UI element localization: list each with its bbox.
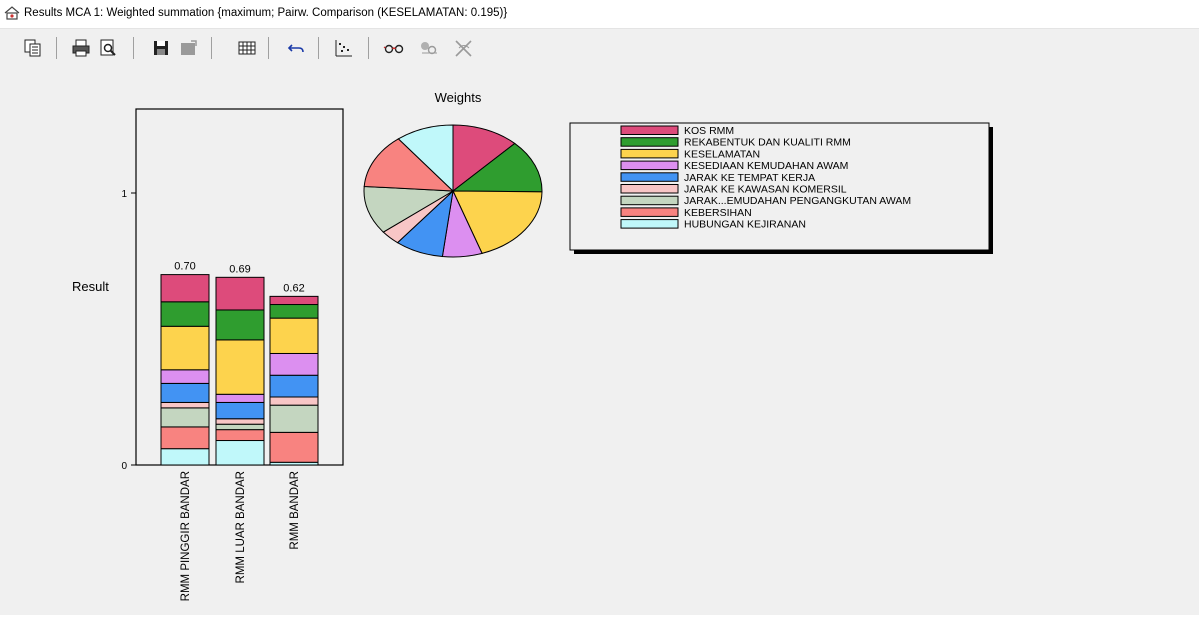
legend-swatch-rekabentuk-dan-kualiti-rmm xyxy=(620,137,679,147)
legend-label-kesediaan-kemudahan-awam: KESEDIAAN KEMUDAHAN AWAM xyxy=(684,160,848,172)
bar-segment-kebersihan xyxy=(160,426,210,450)
bar-segment-kesediaan-kemudahan-awam xyxy=(215,393,265,403)
scatter-plot-icon xyxy=(335,40,352,57)
remove-button[interactable] xyxy=(452,37,474,59)
print-preview-icon xyxy=(100,39,116,56)
chart-canvas: 01 Result 0.70 0.690.62 RMM PINGGIR BANDA… xyxy=(72,90,993,601)
toolbar xyxy=(0,28,1199,69)
legend-swatch-jarak-ke-kawasan-komersil xyxy=(620,184,679,194)
sensitivity-button[interactable] xyxy=(417,37,439,59)
table-button[interactable] xyxy=(236,37,258,59)
save-as-button[interactable] xyxy=(177,37,199,59)
scatter-plot-button[interactable] xyxy=(333,37,355,59)
bar-stack-rmm-bandar xyxy=(269,295,319,466)
glasses-icon xyxy=(383,44,404,54)
bar-segment-jarak-ke-kawasan-komersil xyxy=(215,418,265,425)
category-label-rmm-bandar: RMM BANDAR xyxy=(289,471,301,550)
bar-segment-jarak-ke-tempat-kerja xyxy=(215,401,265,420)
bar-category-labels: RMM PINGGIR BANDAR RMM LUAR BANDAR RMM BAN… xyxy=(180,471,301,601)
toolbar-separator xyxy=(133,37,134,59)
legend-swatch-jarak-emudahan-pengangkutan-awam xyxy=(620,195,679,206)
bar-segment-jarak-emudahan-pengangkutan-awam xyxy=(215,423,265,431)
legend-label-jarak-emudahan-pengangkutan-awam: JARAK...EMUDAHAN PENGANGKUTAN AWAM xyxy=(684,195,911,207)
bar-total-label: 0.69 xyxy=(229,263,250,275)
legend-swatch-kebersihan xyxy=(620,207,679,217)
bar-segment-jarak-ke-tempat-kerja xyxy=(269,374,319,398)
remove-icon xyxy=(455,40,472,57)
chart-area: 01 Result 0.70 0.69 0.62 RMM PINGGIR BANDA… xyxy=(0,69,1199,615)
toolbar-separator xyxy=(268,37,269,59)
toolbar-separator xyxy=(211,37,212,59)
legend-swatch-keselamatan xyxy=(620,148,679,159)
bar-segment-rekabentuk-dan-kualiti-rmm xyxy=(269,304,319,319)
window-title: Results MCA 1: Weighted summation {maxim… xyxy=(24,7,508,19)
bar-segment-kebersihan xyxy=(215,429,265,442)
legend-label-jarak-ke-tempat-kerja: JARAK KE TEMPAT KERJA xyxy=(684,172,815,184)
legend-label-kos-rmm: KOS RMM xyxy=(684,125,734,137)
toolbar-separator xyxy=(56,37,57,59)
bar-segment-jarak-ke-kawasan-komersil xyxy=(269,396,319,406)
bar-total-label: 0.70 xyxy=(174,261,195,273)
bar-segment-keselamatan xyxy=(160,325,210,371)
save-as-icon xyxy=(181,40,197,55)
app-icon xyxy=(4,6,20,20)
legend-label-rekabentuk-dan-kualiti-rmm: REKABENTUK DAN KUALITI RMM xyxy=(684,137,851,149)
bar-segment-hubungan-kejiranan xyxy=(215,440,265,466)
undo-button[interactable] xyxy=(285,37,307,59)
bar-segment-jarak-ke-kawasan-komersil xyxy=(160,401,210,409)
pie-title: Weights xyxy=(435,90,482,105)
legend-swatch-kos-rmm xyxy=(620,125,679,135)
bar-y-axis: 01 xyxy=(121,189,136,472)
bar-segment-kesediaan-kemudahan-awam xyxy=(269,352,319,376)
glasses-button[interactable] xyxy=(382,37,404,59)
table-icon xyxy=(238,41,256,55)
legend-swatch-hubungan-kejiranan xyxy=(620,219,679,229)
legend-swatch-kesediaan-kemudahan-awam xyxy=(620,160,679,171)
bar-segment-keselamatan xyxy=(215,339,265,395)
category-label-rmm-pinggir-bandar: RMM PINGGIR BANDAR xyxy=(180,471,192,601)
toolbar-separator xyxy=(368,37,369,59)
bar-stack-rmm-pinggir-bandar xyxy=(160,274,210,466)
toolbar-separator xyxy=(318,37,319,59)
bar-segment-jarak-emudahan-pengangkutan-awam xyxy=(269,404,319,433)
printer-icon xyxy=(72,39,90,57)
y-tick-label: 1 xyxy=(121,189,127,200)
bar-segment-keselamatan xyxy=(269,317,319,354)
save-button[interactable] xyxy=(150,37,172,59)
bar-segment-kesediaan-kemudahan-awam xyxy=(160,369,210,384)
legend-label-kebersihan: KEBERSIHAN xyxy=(684,207,752,219)
y-tick-label: 0 xyxy=(121,461,127,472)
copy-button[interactable] xyxy=(22,37,44,59)
bar-segment-rekabentuk-dan-kualiti-rmm xyxy=(160,301,210,327)
bar-y-axis-label: Result xyxy=(72,279,109,294)
pie-chart xyxy=(363,124,543,258)
title-bar: Results MCA 1: Weighted summation {maxim… xyxy=(0,0,1199,28)
bar-segment-kos-rmm xyxy=(215,276,265,311)
undo-icon xyxy=(287,44,304,53)
bar-segment-kebersihan xyxy=(269,431,319,463)
bar-segment-jarak-emudahan-pengangkutan-awam xyxy=(160,407,210,428)
bar-segment-jarak-ke-tempat-kerja xyxy=(160,382,210,403)
legend-label-jarak-ke-kawasan-komersil: JARAK KE KAWASAN KOMERSIL xyxy=(684,184,847,196)
bar-segment-hubungan-kejiranan xyxy=(160,448,210,466)
legend-label-keselamatan: KESELAMATAN xyxy=(684,148,760,160)
bar-stacks xyxy=(160,274,319,466)
bar-segment-rekabentuk-dan-kualiti-rmm xyxy=(215,309,265,341)
legend-label-hubungan-kejiranan: HUBUNGAN KEJIRANAN xyxy=(684,219,806,231)
legend-swatch-jarak-ke-tempat-kerja xyxy=(620,172,679,182)
print-preview-button[interactable] xyxy=(97,37,119,59)
bar-total-label: 0.62 xyxy=(283,282,304,294)
bar-segment-kos-rmm xyxy=(269,295,319,306)
print-button[interactable] xyxy=(70,37,92,59)
sensitivity-icon xyxy=(421,42,437,55)
category-label-rmm-luar-bandar: RMM LUAR BANDAR xyxy=(235,471,247,583)
bar-segment-kos-rmm xyxy=(160,274,210,303)
floppy-disk-icon xyxy=(154,41,168,55)
bar-stack-rmm-luar-bandar xyxy=(215,276,265,466)
copy-icon xyxy=(24,39,41,57)
